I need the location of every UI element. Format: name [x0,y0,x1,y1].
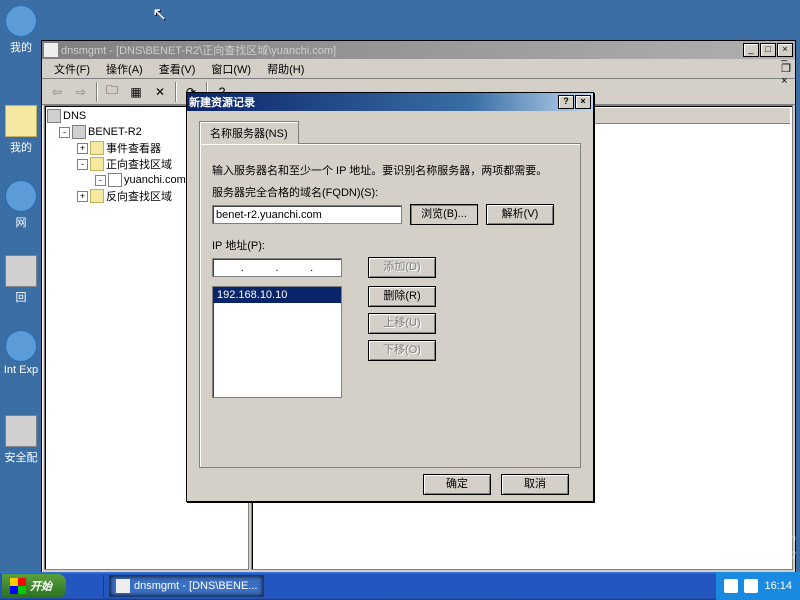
icon-label: Int Exp [4,364,38,376]
dialog-title: 新建资源记录 [189,94,558,110]
ip-listbox[interactable]: 192.168.10.10 [212,286,342,398]
back-button[interactable]: ⇦ [46,81,68,103]
add-button[interactable]: 添加(D) [368,257,436,278]
taskbar: 开始 dnsmgmt - [DNS\BENE... 16:14 [0,572,800,600]
delete-toolbar-button[interactable]: ✕ [149,81,171,103]
up-button[interactable]: 🗀 [101,81,123,103]
mdi-minimize-button[interactable]: _ [781,50,791,62]
icon-label: 安全配 [5,452,38,464]
windows-flag-icon [10,578,26,594]
ip-label: IP 地址(P): [212,237,568,253]
tray-icon[interactable] [744,579,758,593]
resolve-button[interactable]: 解析(V) [486,204,554,225]
ip-list-item[interactable]: 192.168.10.10 [213,287,341,303]
move-up-button[interactable]: 上移(U) [368,313,436,334]
desktop-icon[interactable]: 网 [3,180,39,230]
move-down-button[interactable]: 下移(O) [368,340,436,361]
tab-ns[interactable]: 名称服务器(NS) [199,121,299,144]
cancel-button[interactable]: 取消 [501,474,569,495]
menu-file[interactable]: 文件(F) [46,59,98,79]
system-tray[interactable]: 16:14 [716,572,800,600]
desktop-icon[interactable]: 安全配 [3,415,39,465]
desktop-icon[interactable]: 回 [3,255,39,305]
maximize-button[interactable]: □ [760,43,776,57]
new-record-dialog: 新建资源记录 ? × 名称服务器(NS) 输入服务器名和至少一个 IP 地址。要… [186,92,594,502]
icon-label: 回 [16,292,27,304]
dialog-close-button[interactable]: × [575,95,591,109]
quick-launch-desktop[interactable] [86,575,98,597]
app-icon [44,43,58,57]
icon-label: 我的 [10,142,32,154]
ip-input[interactable]: ... [212,258,342,277]
taskbar-app[interactable]: dnsmgmt - [DNS\BENE... [109,575,264,597]
desktop-icon[interactable]: Int Exp [3,330,39,376]
clock: 16:14 [764,580,792,592]
delete-button[interactable]: 删除(R) [368,286,436,307]
fqdn-label: 服务器完全合格的域名(FQDN)(S): [212,184,568,200]
mdi-restore-button[interactable]: ❐ [781,62,791,75]
forward-button[interactable]: ⇨ [70,81,92,103]
desktop-icon[interactable]: 我的 [3,5,39,55]
ok-button[interactable]: 确定 [423,474,491,495]
start-button[interactable]: 开始 [2,574,66,598]
menu-action[interactable]: 操作(A) [98,59,151,79]
watermark: 51CTO.com 技术成就梦想-Blog [713,533,800,560]
app-titlebar[interactable]: dnsmgmt - [DNS\BENET-R2\正向查找区域\yuanchi.c… [42,41,795,59]
quick-launch-ie[interactable] [70,575,82,597]
browse-button[interactable]: 浏览(B)... [410,204,478,225]
properties-button[interactable]: ▦ [125,81,147,103]
desktop-icon[interactable]: 我的 [3,105,39,155]
cursor-icon: ↖ [152,4,167,25]
instruction-text: 输入服务器名和至少一个 IP 地址。要识别名称服务器，两项都需要。 [212,162,568,178]
icon-label: 我的 [10,42,32,54]
tray-icon[interactable] [724,579,738,593]
menubar: 文件(F) 操作(A) 查看(V) 窗口(W) 帮助(H) _ ❐ × [42,59,795,79]
app-title: dnsmgmt - [DNS\BENET-R2\正向查找区域\yuanchi.c… [61,42,743,58]
fqdn-input[interactable] [212,205,402,224]
dialog-titlebar[interactable]: 新建资源记录 ? × [187,93,593,111]
dialog-help-button[interactable]: ? [558,95,574,109]
icon-label: 网 [16,217,27,229]
mdi-close-button[interactable]: × [781,75,791,87]
menu-view[interactable]: 查看(V) [151,59,204,79]
menu-window[interactable]: 窗口(W) [203,59,259,79]
menu-help[interactable]: 帮助(H) [259,59,312,79]
minimize-button[interactable]: _ [743,43,759,57]
